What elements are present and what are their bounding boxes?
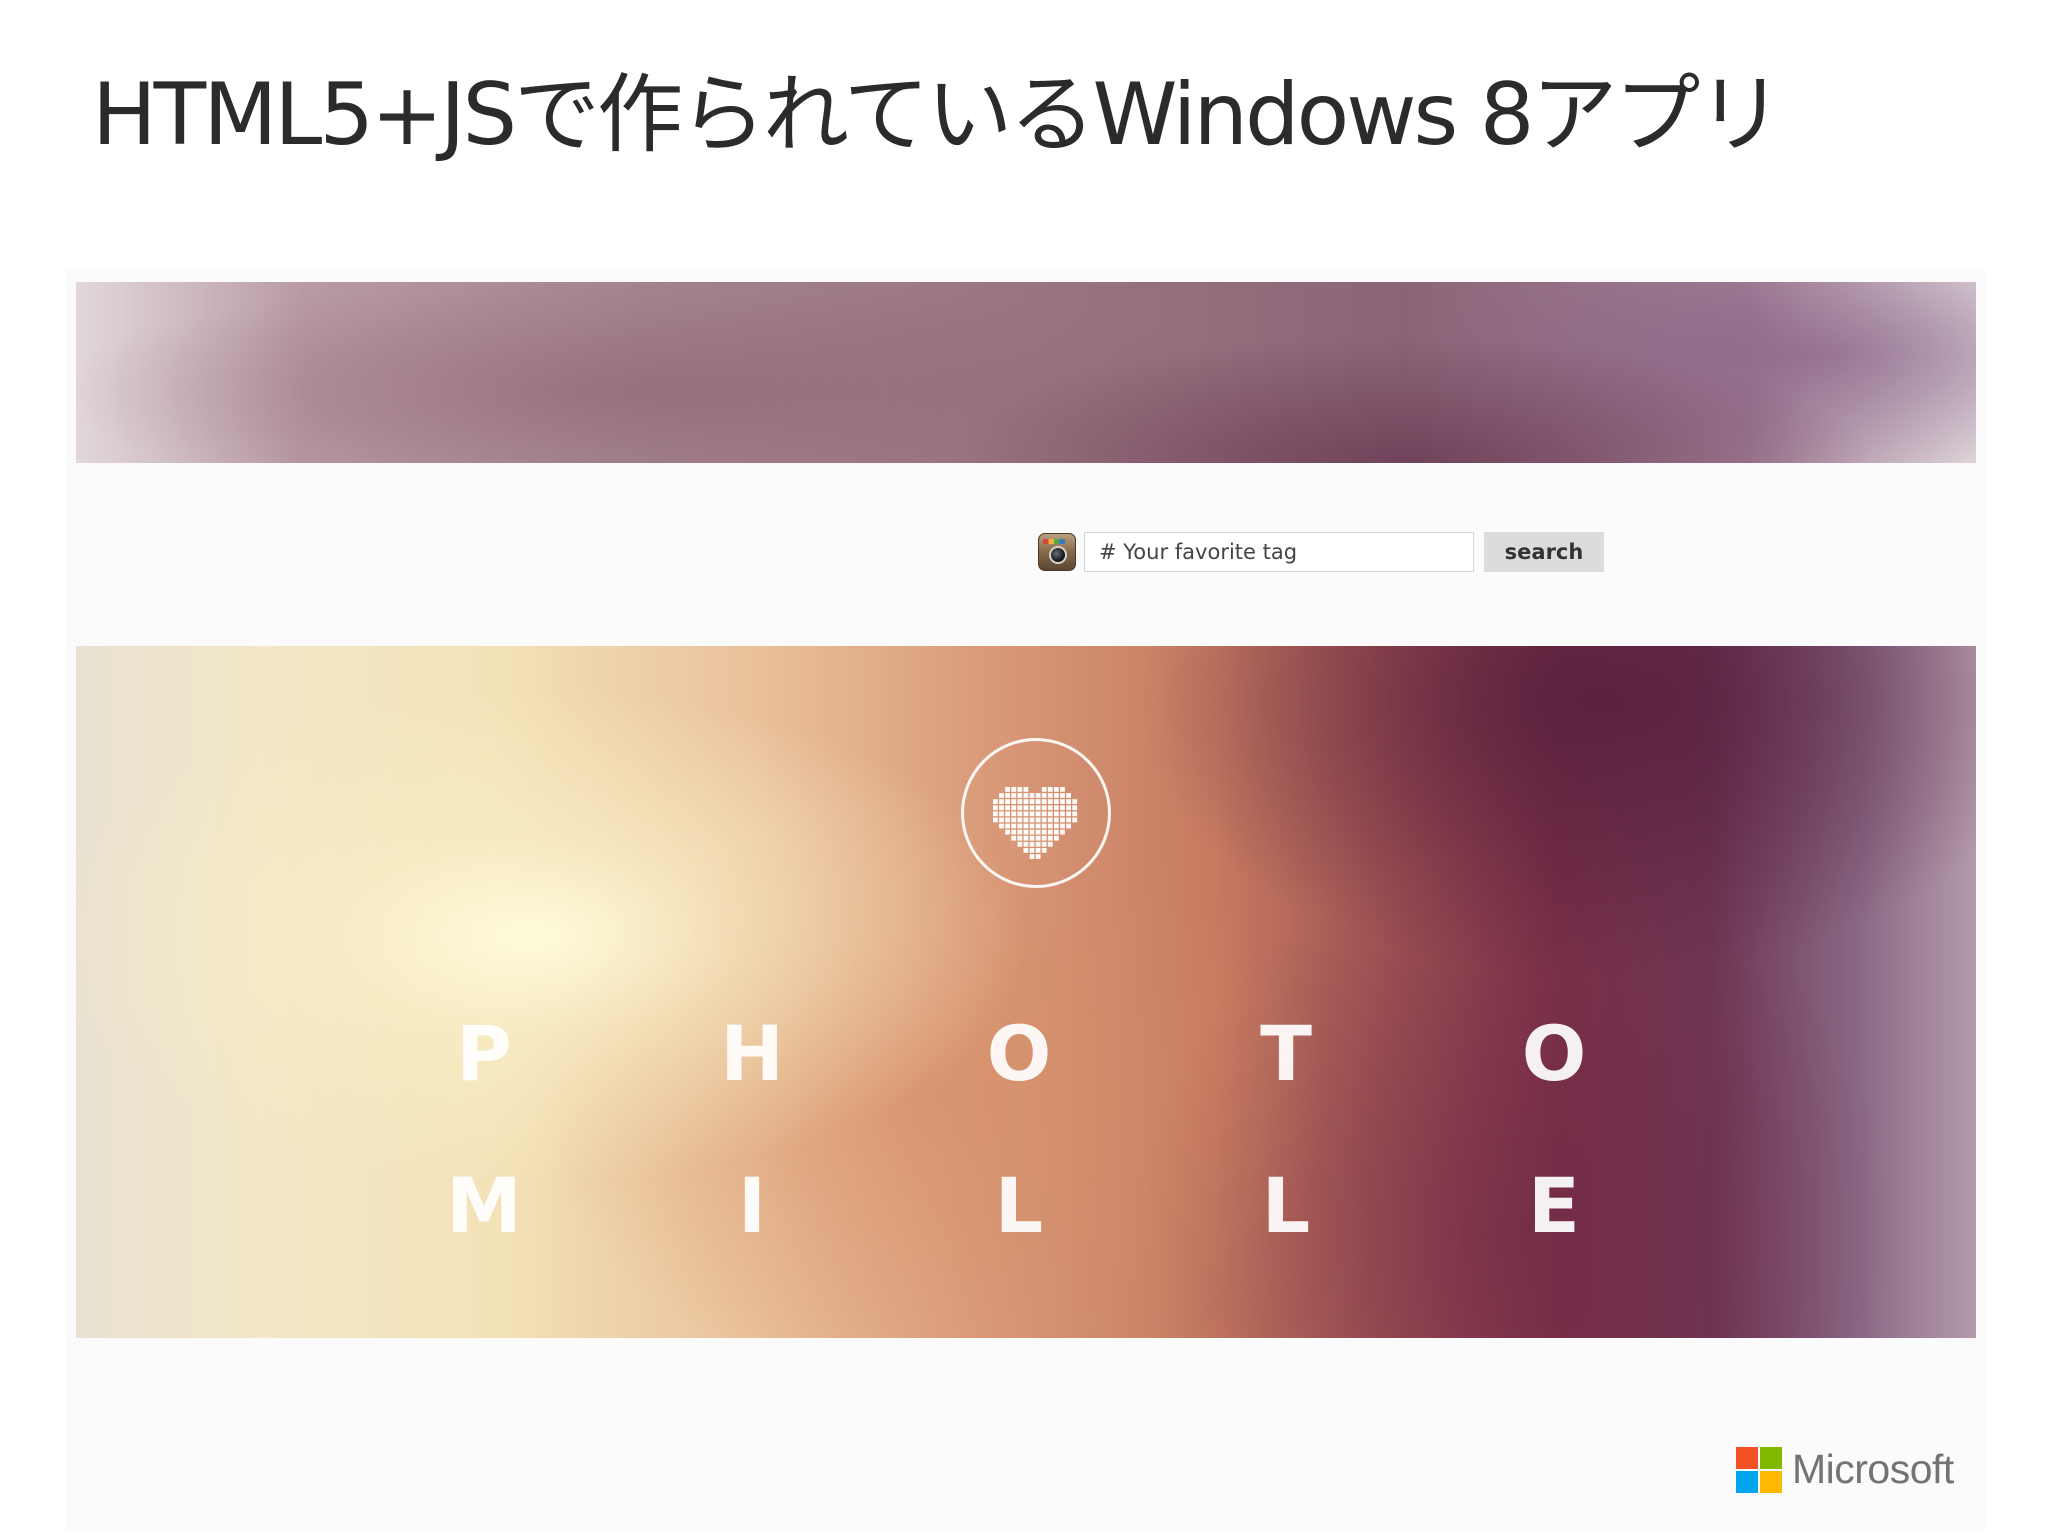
instagram-camera-icon [1038, 533, 1076, 571]
title-letter: I [737, 1161, 767, 1250]
title-letter: P [456, 1009, 512, 1098]
microsoft-wordmark: Microsoft [1792, 1446, 1954, 1492]
search-bar: search [1038, 532, 1604, 572]
app-screenshot: search P H O T O M I L L E [66, 270, 1986, 1532]
microsoft-logo: Microsoft [1736, 1446, 1954, 1493]
pixel-heart-icon [993, 787, 1078, 859]
top-banner-image [76, 282, 1976, 463]
search-button[interactable]: search [1484, 532, 1604, 572]
title-letter: T [1260, 1009, 1312, 1098]
title-letter: M [446, 1161, 522, 1250]
title-letter: O [1521, 1009, 1587, 1098]
hero-banner: P H O T O M I L L E [76, 646, 1976, 1338]
title-letter: O [986, 1009, 1052, 1098]
slide-title: HTML5+JSで作られているWindows 8アプリ [92, 65, 1783, 165]
title-letter: L [994, 1161, 1044, 1250]
microsoft-windows-logo-icon [1736, 1446, 1782, 1493]
heart-badge [961, 738, 1111, 888]
title-letter: H [720, 1009, 784, 1098]
tag-search-input[interactable] [1084, 532, 1474, 572]
title-letter: E [1528, 1161, 1580, 1250]
title-letter: L [1261, 1161, 1311, 1250]
